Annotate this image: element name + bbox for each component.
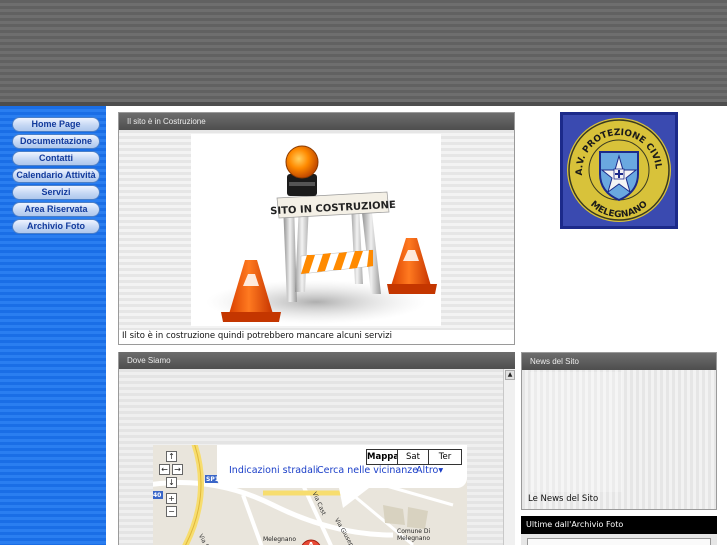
- news-body: Le News del Sito: [522, 370, 716, 509]
- nav-area-riservata[interactable]: Area Riservata: [12, 202, 100, 217]
- sidebar-nav: Home Page Documentazione Contatti Calend…: [0, 106, 106, 545]
- news-panel: News del Sito Le News del Sito: [521, 352, 717, 510]
- protezione-civile-logo: A.V. PROTEZIONE CIVILE MELEGNANO: [557, 105, 678, 229]
- map-comune-label: Comune Di: [397, 528, 431, 535]
- header-divider: [0, 102, 727, 106]
- map-town-label: Melegnano: [263, 536, 296, 543]
- nav-calendario-attivita[interactable]: Calendario Attività: [12, 168, 100, 183]
- maptype-sat-button[interactable]: Sat: [397, 449, 429, 465]
- more-link[interactable]: Altro▾: [416, 465, 443, 476]
- maptype-ter-button[interactable]: Ter: [428, 449, 462, 465]
- news-link[interactable]: Le News del Sito: [528, 494, 598, 504]
- map-panel-title: Dove Siamo: [119, 352, 515, 369]
- map-panel: Dove Siamo SP17 40 Melegnano Comune Di M…: [118, 352, 515, 545]
- zoom-in-button[interactable]: +: [166, 493, 177, 504]
- search-nearby-link[interactable]: Cerca nelle vicinanze: [317, 465, 418, 476]
- scroll-up-icon[interactable]: ▲: [505, 370, 515, 380]
- map-marker[interactable]: A: [306, 541, 316, 545]
- directions-link[interactable]: Indicazioni stradali: [229, 465, 318, 476]
- construction-panel-title: Il sito è in Costruzione: [119, 113, 514, 130]
- maptype-mappa-button[interactable]: Mappa: [366, 449, 399, 465]
- nav-archivio-foto[interactable]: Archivio Foto: [12, 219, 100, 234]
- map-scroll-area[interactable]: SP17 40 Melegnano Comune Di Melegnano Vi…: [119, 369, 503, 545]
- map-route-label: 40: [153, 492, 162, 499]
- nav-documentazione[interactable]: Documentazione: [12, 134, 100, 149]
- nav-servizi[interactable]: Servizi: [12, 185, 100, 200]
- pan-up-button[interactable]: ↑: [166, 451, 177, 462]
- pan-right-button[interactable]: →: [172, 464, 183, 475]
- zoom-out-button[interactable]: −: [166, 506, 177, 517]
- under-construction-image: SITO IN COSTRUZIONE: [191, 134, 441, 326]
- archive-body: [521, 534, 717, 545]
- nav-contatti[interactable]: Contatti: [12, 151, 100, 166]
- news-content-area: [530, 372, 622, 492]
- google-map[interactable]: SP17 40 Melegnano Comune Di Melegnano Vi…: [153, 445, 467, 545]
- construction-body: SITO IN COSTRUZIONE: [119, 130, 514, 330]
- page: Home Page Documentazione Contatti Calend…: [0, 0, 727, 545]
- archive-panel-title: Ultime dall'Archivio Foto: [521, 516, 717, 534]
- construction-panel: Il sito è in Costruzione SITO IN COSTRUZ…: [118, 112, 515, 345]
- construction-caption: Il sito è in costruzione quindi potrebbe…: [122, 331, 392, 341]
- pan-left-button[interactable]: ←: [159, 464, 170, 475]
- nav-home-page[interactable]: Home Page: [12, 117, 100, 132]
- news-panel-title: News del Sito: [522, 353, 716, 370]
- map-scrollbar[interactable]: ▲: [503, 369, 515, 545]
- map-comune-name-label: Melegnano: [397, 535, 430, 542]
- archive-photo-frame[interactable]: [527, 538, 711, 545]
- pan-down-button[interactable]: ↓: [166, 477, 177, 488]
- site-header: [0, 0, 727, 106]
